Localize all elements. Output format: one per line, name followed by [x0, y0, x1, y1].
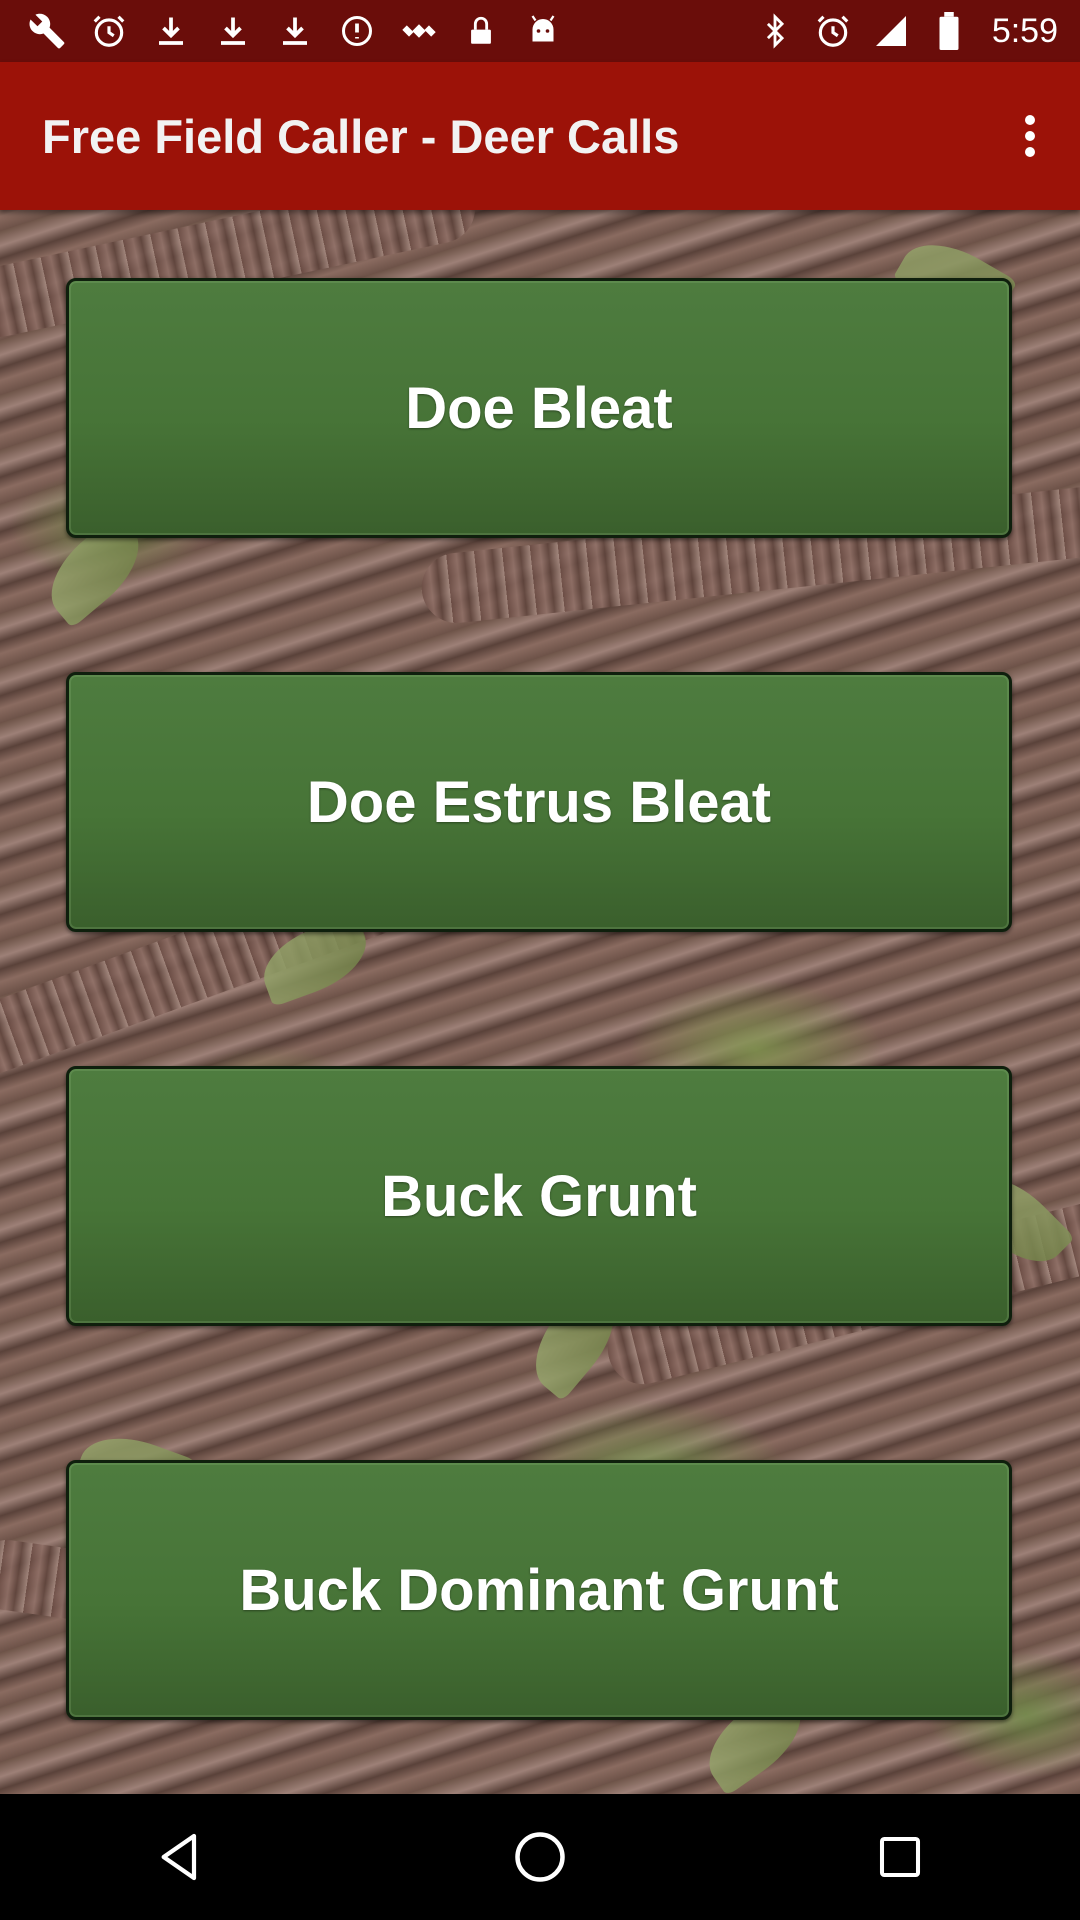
info-icon: [336, 10, 378, 52]
camo-background: Doe Bleat Doe Estrus Bleat Buck Grunt Bu…: [0, 210, 1080, 1794]
home-icon[interactable]: [490, 1807, 590, 1907]
alarm-icon: [88, 10, 130, 52]
buck-grunt-button[interactable]: Buck Grunt: [66, 1066, 1012, 1326]
alarm-icon: [812, 10, 854, 52]
bluetooth-icon: [754, 10, 796, 52]
lock-icon: [460, 10, 502, 52]
back-icon[interactable]: [130, 1807, 230, 1907]
doe-bleat-button[interactable]: Doe Bleat: [66, 278, 1012, 538]
system-status: 5:59: [754, 10, 1080, 52]
screen: 5:59 Free Field Caller - Deer Calls Doe …: [0, 0, 1080, 1920]
app-title: Free Field Caller - Deer Calls: [42, 109, 680, 163]
android-icon: [522, 10, 564, 52]
button-label: Doe Bleat: [405, 375, 673, 441]
download-icon: [150, 10, 192, 52]
download-icon: [274, 10, 316, 52]
recents-icon[interactable]: [850, 1807, 950, 1907]
clock: 5:59: [991, 11, 1058, 50]
signal-icon: [870, 10, 912, 52]
buck-dominant-grunt-button[interactable]: Buck Dominant Grunt: [66, 1460, 1012, 1720]
status-bar: 5:59: [0, 0, 1080, 62]
button-label: Doe Estrus Bleat: [306, 769, 772, 835]
more-vert-icon[interactable]: [1010, 96, 1050, 176]
wrench-icon: [26, 10, 68, 52]
doe-estrus-bleat-button[interactable]: Doe Estrus Bleat: [66, 672, 1012, 932]
button-label: Buck Grunt: [381, 1163, 697, 1229]
download-icon: [212, 10, 254, 52]
satellite-icon: [398, 10, 440, 52]
button-label: Buck Dominant Grunt: [239, 1557, 839, 1623]
app-bar: Free Field Caller - Deer Calls: [0, 62, 1080, 210]
navigation-bar: [0, 1794, 1080, 1920]
notification-icons: [0, 10, 564, 52]
battery-icon: [928, 10, 970, 52]
